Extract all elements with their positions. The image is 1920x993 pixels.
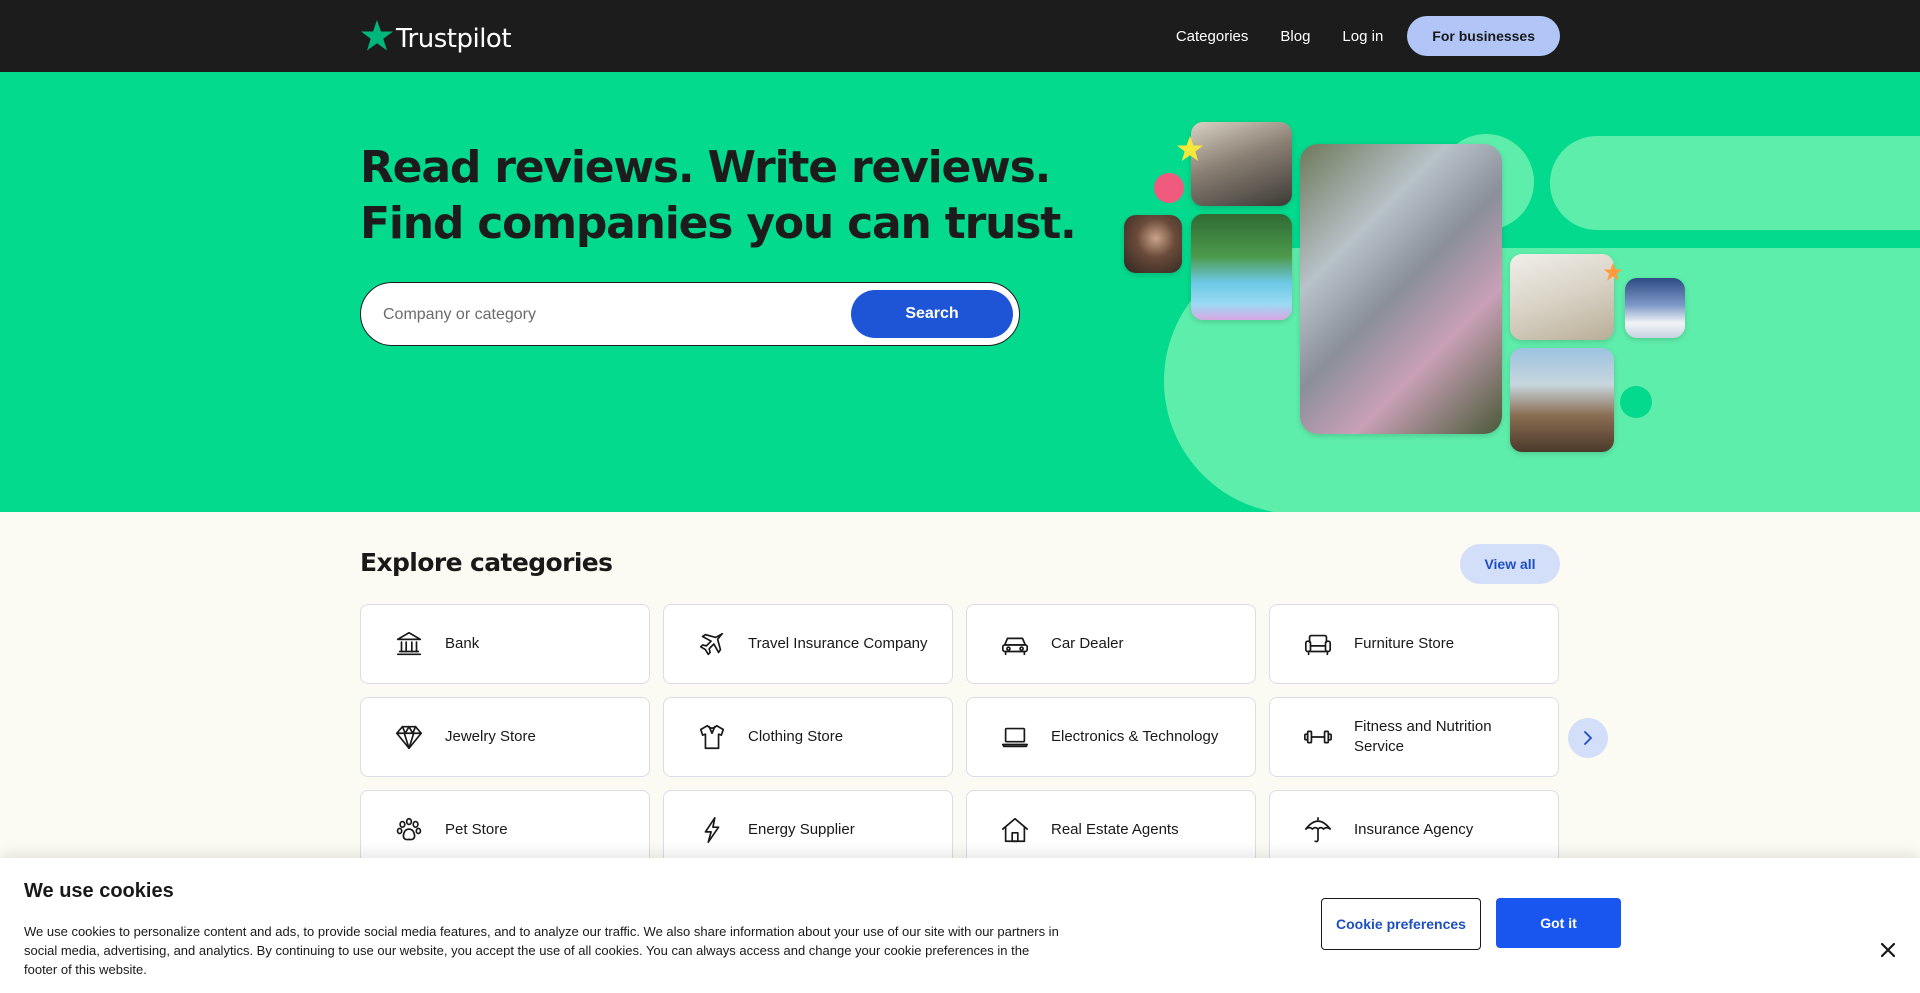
- hero-headline: Read reviews. Write reviews. Find compan…: [360, 140, 1077, 252]
- review-photo-room: [1510, 254, 1614, 340]
- star-logo-icon: [361, 20, 393, 51]
- category-card-electronics[interactable]: Electronics & Technology: [966, 697, 1256, 777]
- search-input[interactable]: [383, 301, 823, 329]
- car-icon: [999, 628, 1031, 660]
- category-label: Energy Supplier: [748, 821, 855, 838]
- sofa-icon: [1302, 628, 1334, 660]
- cookie-description: We use cookies to personalize content an…: [24, 924, 1059, 977]
- explore-categories-title: Explore categories: [360, 548, 613, 577]
- yellow-star-icon: [1177, 136, 1203, 161]
- search-bar: Search: [360, 282, 1020, 346]
- nav-categories-link[interactable]: Categories: [1176, 28, 1249, 45]
- category-label: Car Dealer: [1051, 635, 1124, 652]
- category-card-furniture-store[interactable]: Furniture Store: [1269, 604, 1559, 684]
- trustpilot-logo[interactable]: Trustpilot: [360, 16, 512, 56]
- category-card-clothing-store[interactable]: Clothing Store: [663, 697, 953, 777]
- headline-line-1: Read reviews. Write reviews.: [360, 142, 1051, 193]
- top-navigation-bar: Trustpilot Categories Blog Log in For bu…: [0, 0, 1920, 72]
- dumbbell-icon: [1302, 721, 1334, 753]
- orange-star-icon: [1603, 262, 1623, 281]
- house-icon: [999, 814, 1031, 846]
- category-card-jewelry-store[interactable]: Jewelry Store: [360, 697, 650, 777]
- for-businesses-button[interactable]: For businesses: [1407, 16, 1560, 56]
- pink-dot: [1154, 173, 1184, 203]
- main-nav: Categories Blog Log in For businesses: [1176, 16, 1560, 56]
- category-label: Electronics & Technology: [1051, 728, 1219, 745]
- category-label: Pet Store: [445, 821, 508, 838]
- diamond-icon: [393, 721, 425, 753]
- category-card-car-dealer[interactable]: Car Dealer: [966, 604, 1256, 684]
- close-icon: [1881, 943, 1895, 957]
- lightning-icon: [696, 814, 728, 846]
- headline-line-2: Find companies you can trust.: [360, 198, 1077, 249]
- shirt-icon: [696, 721, 728, 753]
- category-label: Jewelry Store: [445, 728, 536, 745]
- category-card-fitness-nutrition[interactable]: Fitness and Nutrition Service: [1269, 697, 1559, 777]
- cookie-banner: We use cookies We use cookies to persona…: [0, 858, 1920, 993]
- cookie-preferences-button[interactable]: Cookie preferences: [1321, 898, 1481, 950]
- nav-login-link[interactable]: Log in: [1342, 28, 1383, 45]
- chevron-right-icon: [1584, 731, 1592, 745]
- search-button[interactable]: Search: [851, 290, 1013, 338]
- airplane-icon: [696, 628, 728, 660]
- decorative-blob-top: [1550, 136, 1920, 230]
- laptop-icon: [999, 721, 1031, 753]
- categories-next-button[interactable]: [1568, 718, 1608, 758]
- umbrella-icon: [1302, 814, 1334, 846]
- review-photo-mountain: [1625, 278, 1685, 338]
- category-label: Furniture Store: [1354, 635, 1455, 652]
- hero-section: Read reviews. Write reviews. Find compan…: [0, 72, 1920, 512]
- green-dot: [1620, 386, 1652, 418]
- category-card-travel-insurance[interactable]: Travel Insurance Company: [663, 604, 953, 684]
- review-photo-person-small: [1124, 215, 1182, 273]
- review-photo-person-cliff: [1510, 348, 1614, 452]
- accept-cookies-button[interactable]: Got it: [1496, 898, 1621, 948]
- category-grid: Bank Travel Insurance Company Car Dealer…: [360, 604, 1560, 870]
- close-cookie-banner-button[interactable]: [1876, 938, 1900, 962]
- bank-icon: [393, 628, 425, 660]
- category-label: Fitness and Nutrition Service: [1354, 718, 1492, 755]
- category-label: Clothing Store: [748, 728, 844, 745]
- category-label: Bank: [445, 635, 480, 652]
- view-all-button[interactable]: View all: [1460, 544, 1560, 584]
- review-photo-flower-shop: [1300, 144, 1502, 434]
- review-photo-cafe: [1191, 122, 1292, 206]
- category-label: Insurance Agency: [1354, 821, 1474, 838]
- cookie-title: We use cookies: [24, 880, 174, 902]
- logo-text: Trustpilot: [396, 24, 512, 54]
- review-photo-pool: [1191, 214, 1292, 320]
- nav-blog-link[interactable]: Blog: [1280, 28, 1310, 45]
- paw-icon: [393, 814, 425, 846]
- category-label: Travel Insurance Company: [748, 635, 928, 652]
- category-label: Real Estate Agents: [1051, 821, 1179, 838]
- category-card-bank[interactable]: Bank: [360, 604, 650, 684]
